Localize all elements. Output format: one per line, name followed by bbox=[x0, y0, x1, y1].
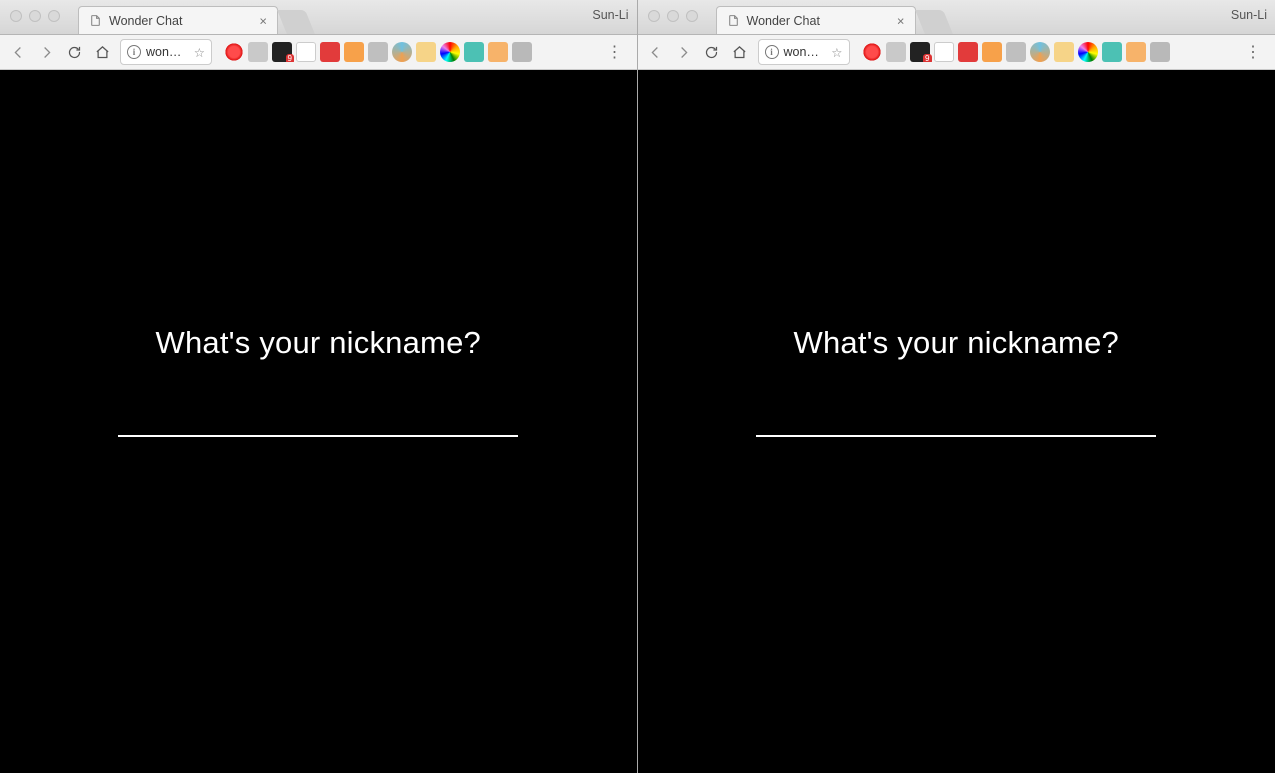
address-bar[interactable]: i won… ☆ bbox=[758, 39, 850, 65]
browser-tab[interactable]: Wonder Chat × bbox=[78, 6, 278, 34]
flag-icon[interactable] bbox=[1054, 42, 1074, 62]
close-window-button[interactable] bbox=[10, 10, 22, 22]
close-tab-button[interactable]: × bbox=[259, 13, 267, 28]
skype-icon[interactable] bbox=[1006, 42, 1026, 62]
profile-label[interactable]: Sun-Li bbox=[1231, 8, 1267, 22]
colorpicker-icon[interactable] bbox=[1078, 42, 1098, 62]
reload-button[interactable] bbox=[62, 40, 86, 64]
extension-icon[interactable] bbox=[296, 42, 316, 62]
amazon-icon[interactable] bbox=[272, 42, 292, 62]
extension-icon[interactable] bbox=[488, 42, 508, 62]
browser-toolbar: i won… ☆ ⋮ bbox=[638, 35, 1275, 70]
nickname-input[interactable] bbox=[756, 391, 1156, 437]
forward-button[interactable] bbox=[672, 40, 696, 64]
window-titlebar: Wonder Chat × Sun-Li bbox=[638, 0, 1275, 35]
extension-icon[interactable] bbox=[934, 42, 954, 62]
extension-icon[interactable] bbox=[512, 42, 532, 62]
lastpass-icon[interactable] bbox=[320, 42, 340, 62]
browser-menu-button[interactable]: ⋮ bbox=[1237, 42, 1269, 62]
url-text: won… bbox=[146, 45, 181, 59]
browser-menu-button[interactable]: ⋮ bbox=[599, 42, 631, 62]
browser-window: Wonder Chat × Sun-Li i won… ☆ ⋮ What's y… bbox=[0, 0, 638, 773]
browser-window: Wonder Chat × Sun-Li i won… ☆ ⋮ What's y… bbox=[638, 0, 1275, 773]
tab-title: Wonder Chat bbox=[747, 14, 820, 28]
file-icon bbox=[89, 14, 102, 27]
nickname-prompt: What's your nickname? bbox=[156, 325, 481, 361]
extension-icon[interactable] bbox=[1102, 42, 1122, 62]
globe-icon[interactable] bbox=[1030, 42, 1050, 62]
browser-toolbar: i won… ☆ ⋮ bbox=[0, 35, 637, 70]
extension-icon[interactable] bbox=[982, 42, 1002, 62]
back-button[interactable] bbox=[6, 40, 30, 64]
lastpass-icon[interactable] bbox=[958, 42, 978, 62]
close-window-button[interactable] bbox=[648, 10, 660, 22]
colorpicker-icon[interactable] bbox=[440, 42, 460, 62]
page-viewport: What's your nickname? bbox=[0, 70, 637, 773]
extension-icon[interactable] bbox=[464, 42, 484, 62]
site-info-icon[interactable]: i bbox=[765, 45, 779, 59]
opera-icon[interactable] bbox=[224, 42, 244, 62]
extensions-strip bbox=[862, 42, 1170, 62]
profile-label[interactable]: Sun-Li bbox=[592, 8, 628, 22]
reload-button[interactable] bbox=[700, 40, 724, 64]
page-viewport: What's your nickname? bbox=[638, 70, 1275, 773]
window-controls bbox=[648, 10, 698, 22]
file-icon bbox=[727, 14, 740, 27]
address-bar[interactable]: i won… ☆ bbox=[120, 39, 212, 65]
site-info-icon[interactable]: i bbox=[127, 45, 141, 59]
new-tab-button[interactable] bbox=[915, 10, 953, 34]
extension-icon[interactable] bbox=[344, 42, 364, 62]
bookmark-star-icon[interactable]: ☆ bbox=[831, 45, 842, 60]
window-titlebar: Wonder Chat × Sun-Li bbox=[0, 0, 637, 35]
new-tab-button[interactable] bbox=[277, 10, 315, 34]
amazon-icon[interactable] bbox=[910, 42, 930, 62]
minimize-window-button[interactable] bbox=[667, 10, 679, 22]
extension-icon[interactable] bbox=[1126, 42, 1146, 62]
globe-icon[interactable] bbox=[392, 42, 412, 62]
nickname-prompt: What's your nickname? bbox=[794, 325, 1119, 361]
zoom-window-button[interactable] bbox=[48, 10, 60, 22]
extension-icon[interactable] bbox=[1150, 42, 1170, 62]
window-controls bbox=[10, 10, 60, 22]
zoom-window-button[interactable] bbox=[686, 10, 698, 22]
extension-icon[interactable] bbox=[248, 42, 268, 62]
url-text: won… bbox=[784, 45, 819, 59]
back-button[interactable] bbox=[644, 40, 668, 64]
browser-tab[interactable]: Wonder Chat × bbox=[716, 6, 916, 34]
tab-title: Wonder Chat bbox=[109, 14, 182, 28]
close-tab-button[interactable]: × bbox=[897, 13, 905, 28]
skype-icon[interactable] bbox=[368, 42, 388, 62]
forward-button[interactable] bbox=[34, 40, 58, 64]
home-button[interactable] bbox=[90, 40, 114, 64]
flag-icon[interactable] bbox=[416, 42, 436, 62]
nickname-input[interactable] bbox=[118, 391, 518, 437]
bookmark-star-icon[interactable]: ☆ bbox=[194, 45, 205, 60]
opera-icon[interactable] bbox=[862, 42, 882, 62]
extensions-strip bbox=[224, 42, 532, 62]
minimize-window-button[interactable] bbox=[29, 10, 41, 22]
home-button[interactable] bbox=[728, 40, 752, 64]
extension-icon[interactable] bbox=[886, 42, 906, 62]
